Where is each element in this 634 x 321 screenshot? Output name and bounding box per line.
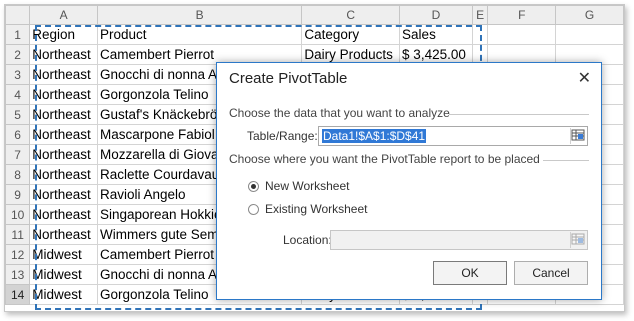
table-row: 1 Region Product Category Sales bbox=[5, 24, 624, 45]
cell[interactable]: Midwest bbox=[29, 284, 98, 305]
row-header[interactable]: 8 bbox=[5, 164, 31, 185]
close-icon[interactable]: ✕ bbox=[578, 68, 591, 88]
column-header-a[interactable]: A bbox=[29, 5, 98, 25]
column-header-d[interactable]: D bbox=[399, 5, 473, 25]
column-header-row: A B C D E F G bbox=[5, 5, 624, 25]
create-pivottable-dialog: Create PivotTable ✕ Choose the data that… bbox=[216, 62, 602, 300]
column-header-f[interactable]: F bbox=[487, 5, 557, 25]
range-picker-icon[interactable] bbox=[570, 232, 586, 248]
select-all-corner[interactable] bbox=[5, 5, 31, 25]
placement-section-label: Choose where you want the PivotTable rep… bbox=[229, 152, 540, 166]
row-header[interactable]: 2 bbox=[5, 44, 31, 65]
cell[interactable]: Northeast bbox=[29, 224, 98, 245]
new-worksheet-label: New Worksheet bbox=[265, 179, 350, 193]
column-header-c[interactable]: C bbox=[301, 5, 401, 25]
cell[interactable]: Midwest bbox=[29, 244, 98, 265]
existing-worksheet-label: Existing Worksheet bbox=[265, 202, 368, 216]
cell[interactable]: Northeast bbox=[29, 104, 98, 125]
cell[interactable]: Northeast bbox=[29, 124, 98, 145]
table-range-label: Table/Range: bbox=[247, 129, 318, 143]
column-header-b[interactable]: B bbox=[96, 5, 303, 25]
cell[interactable]: Northeast bbox=[29, 44, 98, 65]
table-range-value: Data1!$A$1:$D$41 bbox=[322, 129, 427, 143]
row-header[interactable]: 11 bbox=[5, 224, 31, 245]
cell[interactable] bbox=[487, 24, 557, 45]
table-range-input[interactable]: Data1!$A$1:$D$41 bbox=[318, 126, 588, 146]
row-header[interactable]: 4 bbox=[5, 84, 31, 105]
column-header-g[interactable]: G bbox=[555, 5, 624, 25]
dialog-title: Create PivotTable bbox=[229, 70, 348, 87]
cell[interactable]: Region bbox=[29, 24, 98, 45]
cell[interactable] bbox=[471, 24, 489, 45]
cell[interactable]: Northeast bbox=[29, 204, 98, 225]
cell[interactable]: Product bbox=[96, 24, 303, 45]
row-header[interactable]: 13 bbox=[5, 264, 31, 285]
row-header[interactable]: 7 bbox=[5, 144, 31, 165]
row-header[interactable]: 6 bbox=[5, 124, 31, 145]
new-worksheet-option[interactable]: New Worksheet bbox=[248, 179, 349, 193]
existing-worksheet-radio[interactable] bbox=[248, 203, 259, 215]
section-divider bbox=[449, 114, 589, 115]
cell[interactable]: Northeast bbox=[29, 64, 98, 85]
row-header[interactable]: 12 bbox=[5, 244, 31, 265]
cell[interactable]: Sales bbox=[399, 24, 473, 45]
location-label: Location: bbox=[283, 233, 332, 247]
column-header-e[interactable]: E bbox=[471, 5, 489, 25]
row-header[interactable]: 10 bbox=[5, 204, 31, 225]
data-section-label: Choose the data that you want to analyze bbox=[229, 106, 450, 120]
existing-worksheet-option[interactable]: Existing Worksheet bbox=[248, 202, 368, 216]
cell[interactable]: Northeast bbox=[29, 144, 98, 165]
cell[interactable]: Northeast bbox=[29, 84, 98, 105]
row-header[interactable]: 3 bbox=[5, 64, 31, 85]
new-worksheet-radio[interactable] bbox=[248, 180, 259, 192]
cancel-button[interactable]: Cancel bbox=[514, 261, 588, 285]
cell[interactable] bbox=[555, 24, 624, 45]
range-picker-icon[interactable] bbox=[570, 128, 586, 144]
location-input[interactable] bbox=[330, 230, 588, 250]
cell[interactable]: Northeast bbox=[29, 164, 98, 185]
cell[interactable]: Midwest bbox=[29, 264, 98, 285]
section-divider bbox=[543, 160, 589, 161]
row-header[interactable]: 14 bbox=[5, 284, 31, 305]
cell[interactable]: Northeast bbox=[29, 184, 98, 205]
row-header[interactable]: 1 bbox=[5, 24, 31, 45]
ok-button[interactable]: OK bbox=[433, 261, 507, 285]
cell[interactable]: Category bbox=[301, 24, 401, 45]
row-header[interactable]: 9 bbox=[5, 184, 31, 205]
row-header[interactable]: 5 bbox=[5, 104, 31, 125]
